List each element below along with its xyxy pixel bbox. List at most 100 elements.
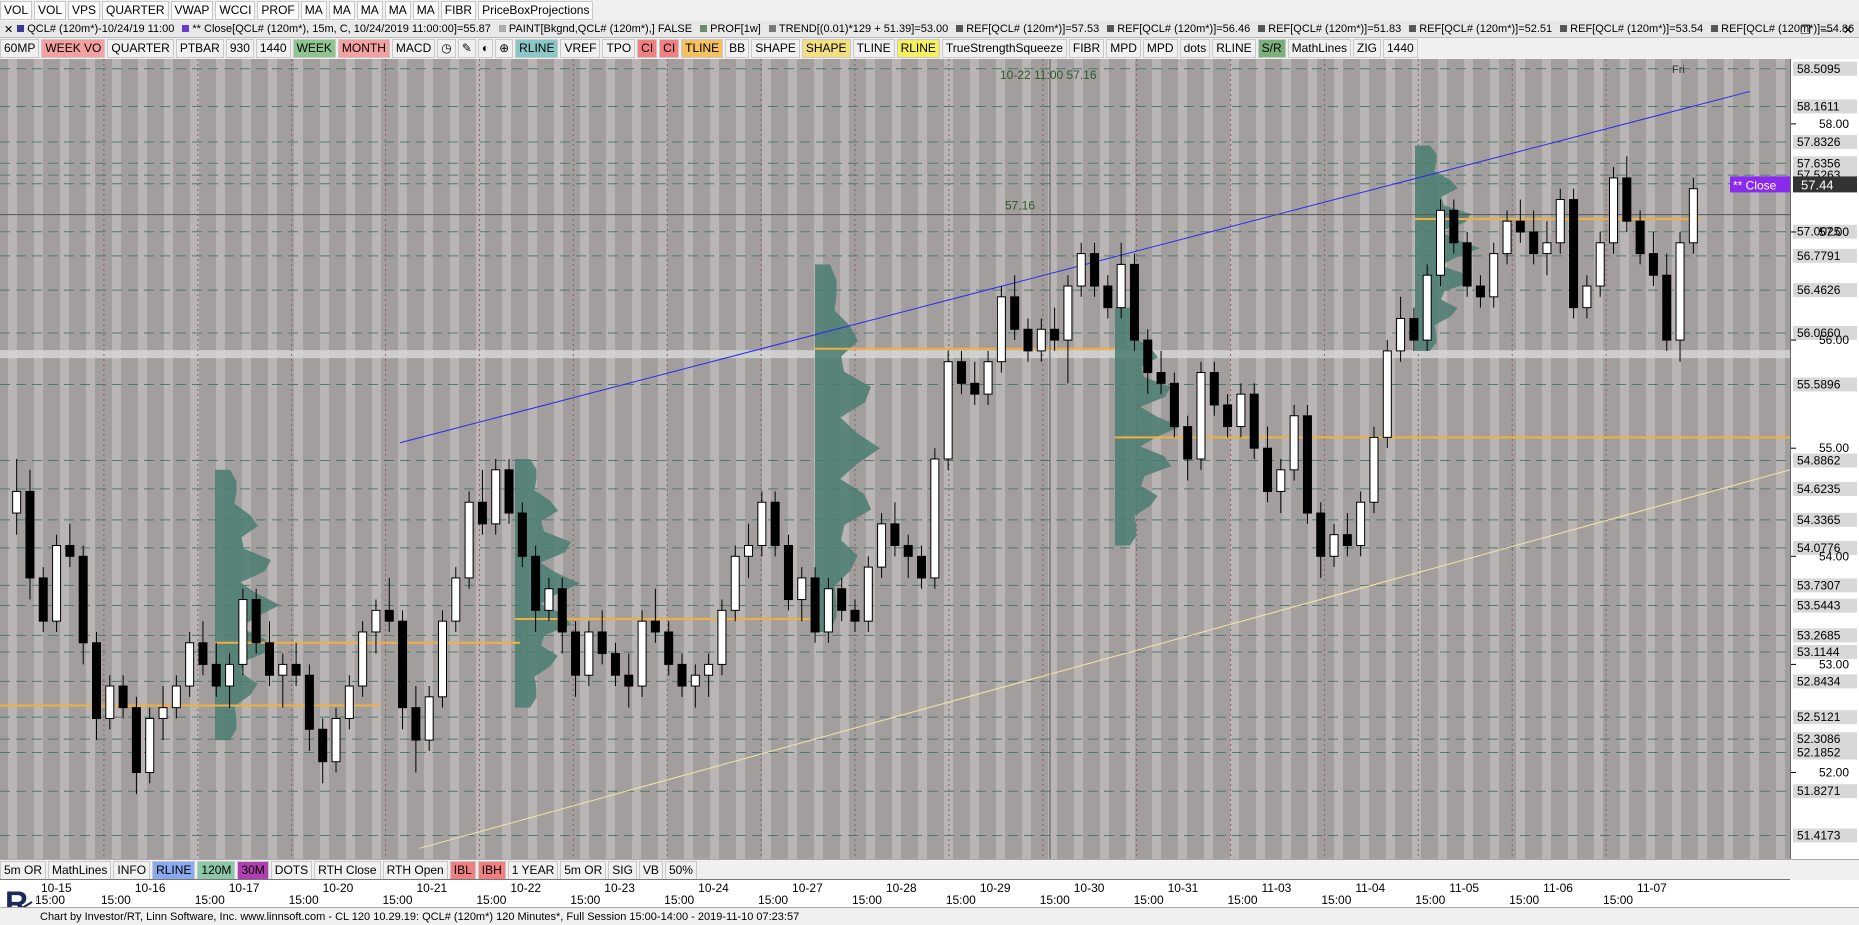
ref-level-label: 56.4626 [1797, 283, 1841, 297]
series-color-swatch [182, 25, 190, 32]
indicator-button[interactable]: MA [384, 1, 411, 20]
indicator-button[interactable]: VOL [34, 1, 67, 20]
indicator-button[interactable]: PriceBoxProjections [478, 1, 594, 20]
bottom-tool-button[interactable]: 5m OR [560, 860, 607, 880]
candle-body [25, 490, 35, 579]
bottom-tool-button[interactable]: 120M [197, 860, 236, 880]
bottom-tool-button[interactable]: RTH Close [314, 860, 381, 880]
candle-body [1622, 177, 1632, 222]
bottom-tool-button[interactable]: 30M [237, 860, 269, 880]
bottom-tool-button[interactable]: MathLines [48, 860, 112, 880]
tool-button[interactable]: 1440 [255, 39, 291, 58]
candle-body [1595, 242, 1605, 287]
minimize-icon[interactable]: — [1821, 23, 1833, 37]
tool-button[interactable]: ◷ [437, 39, 456, 58]
chart-info-bar: ✕ QCL# (120m*)-10/24/19 11:00 ** Close[QC… [0, 21, 1859, 38]
time-tick-label: 15:00 [664, 893, 694, 907]
tool-button[interactable]: 60MP [0, 39, 40, 58]
candle-body [1196, 372, 1206, 460]
tool-button[interactable]: TLINE [681, 39, 724, 58]
tool-button[interactable]: TLINE [852, 39, 895, 58]
info-item: PAINT[Bkgnd,QCL# (120m*),] FALSE [498, 23, 693, 35]
tool-button[interactable]: dots [1179, 39, 1211, 58]
bottom-tool-button[interactable]: SIG [608, 860, 637, 880]
tool-button[interactable]: CI [659, 39, 680, 58]
bottom-tool-button[interactable]: 1 YEAR [507, 860, 559, 880]
candle-body [264, 642, 274, 676]
bottom-tool-button[interactable]: 5m OR [0, 860, 47, 880]
info-item: REF[QCL# (120m*)]=52.51 [1409, 23, 1552, 35]
tool-button[interactable]: ZIG [1353, 39, 1381, 58]
bottom-tool-button[interactable]: RLINE [152, 860, 196, 880]
time-axis[interactable]: 10-1515:0010-1615:0010-1715:0010-2015:00… [0, 879, 1790, 908]
indicator-button[interactable]: PROF [257, 1, 299, 20]
tool-button[interactable]: PTBAR [175, 39, 224, 58]
close-icon[interactable]: ✕ [1843, 23, 1853, 37]
tool-button[interactable]: MPD [1106, 39, 1141, 58]
tool-button[interactable]: ◐ [477, 39, 494, 58]
candle-body [783, 544, 793, 601]
tool-button[interactable]: SHAPE [751, 39, 800, 58]
tool-button[interactable]: 1440 [1383, 39, 1418, 58]
tool-button[interactable]: 930 [225, 39, 254, 58]
tool-button[interactable]: ✎ [457, 39, 476, 58]
info-item: REF[QCL# (120m*)]=53.54 [1560, 23, 1703, 35]
indicator-button[interactable]: FIBR [440, 1, 477, 20]
candle-body [1449, 209, 1459, 244]
restore-icon[interactable]: ❐ [1800, 23, 1811, 37]
tool-button[interactable]: ⊕ [495, 39, 514, 58]
tool-button[interactable]: MathLines [1287, 39, 1351, 58]
candle-body [1050, 328, 1060, 341]
status-bar: Chart by Investor/RT, Linn Software, Inc… [0, 907, 1859, 925]
bottom-tool-button[interactable]: RTH Open [382, 860, 448, 880]
indicator-button[interactable]: VOL [0, 1, 33, 20]
day-label: 10-20 [323, 881, 354, 895]
indicator-button[interactable]: MA [412, 1, 439, 20]
series-color-swatch [1258, 25, 1266, 32]
candle-body [1502, 220, 1512, 255]
chart-plot-area[interactable]: 10-22 11:00 57.16 57.16 ** Close Fri [0, 59, 1791, 859]
tool-button[interactable]: S/R [1257, 39, 1286, 58]
indicator-button[interactable]: MA [300, 1, 327, 20]
indicator-button[interactable]: VPS [68, 1, 101, 20]
info-text: PAINT[Bkgnd,QCL# (120m*),] FALSE [508, 23, 693, 35]
indicator-button[interactable]: MA [328, 1, 355, 20]
price-axis[interactable]: 58.509558.161157.832657.635657.526357.44… [1790, 59, 1859, 859]
series-color-swatch [498, 25, 506, 32]
tool-button[interactable]: TPO [602, 39, 636, 58]
candle-body [1183, 426, 1193, 460]
tool-button[interactable]: WEEK VO [41, 39, 106, 58]
tool-button[interactable]: RLINE [1212, 39, 1256, 58]
tool-button[interactable]: MPD [1142, 39, 1178, 58]
bottom-tool-button[interactable]: IBH [477, 860, 506, 880]
info-close-icon[interactable]: ✕ [4, 23, 13, 36]
tool-button[interactable]: RLINE [896, 39, 940, 58]
tool-button[interactable]: BB [725, 39, 750, 58]
bottom-tool-button[interactable]: 50% [664, 860, 697, 880]
indicator-button[interactable]: VWAP [170, 1, 214, 20]
candle-body [996, 296, 1006, 363]
indicator-button[interactable]: QUARTER [102, 1, 169, 20]
tool-button[interactable]: CI [637, 39, 658, 58]
tool-button[interactable]: MONTH [337, 39, 390, 58]
bottom-tool-button[interactable]: DOTS [270, 860, 313, 880]
bottom-tool-button[interactable]: VB [638, 860, 663, 880]
candle-body [1662, 274, 1672, 341]
window-controls: ❐ — ✕ [1800, 23, 1853, 37]
tool-button[interactable]: RLINE [515, 39, 559, 58]
status-text: Chart by Investor/RT, Linn Software, Inc… [40, 910, 800, 923]
tool-button[interactable]: VREF [560, 39, 601, 58]
tool-button[interactable]: QUARTER [107, 39, 174, 58]
bottom-tool-button[interactable]: IBL [449, 860, 476, 880]
bottom-tool-button[interactable]: INFO [113, 860, 151, 880]
tool-button[interactable]: WEEK [292, 39, 336, 58]
tool-button[interactable]: MACD [391, 39, 436, 58]
tool-button[interactable]: TrueStrengthSqueeze [941, 39, 1067, 58]
indicator-button[interactable]: MA [356, 1, 383, 20]
indicator-button[interactable]: WCCI [215, 1, 256, 20]
candle-body [1036, 328, 1046, 352]
ref-level-label: 52.5121 [1797, 710, 1841, 724]
candle-body [1316, 512, 1326, 557]
tool-button[interactable]: FIBR [1068, 39, 1105, 58]
tool-button[interactable]: SHAPE [801, 39, 851, 58]
